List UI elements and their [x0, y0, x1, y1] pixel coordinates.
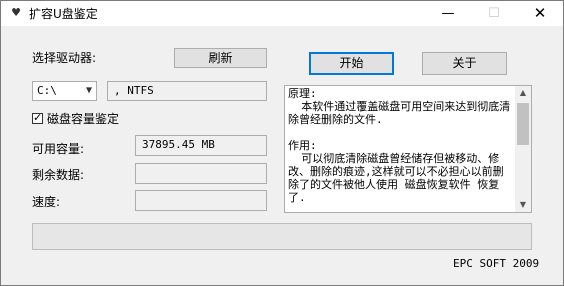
about-button[interactable]: 关于: [422, 52, 507, 75]
info-textbox[interactable]: 原理: 本软件通过覆盖磁盘可用空间来达到彻底清除曾经删除的文件. 作用: 可以彻…: [284, 85, 532, 213]
scroll-down-icon[interactable]: ▼: [515, 198, 531, 212]
available-capacity-field: 37895.45 MB: [135, 135, 267, 156]
filesystem-field: , NTFS: [107, 81, 267, 101]
speed-field: [135, 190, 267, 211]
drive-select-value: C:\: [37, 84, 57, 97]
select-drive-label: 选择驱动器:: [32, 51, 97, 65]
title-bar: ♥ 扩容U盘鉴定 — ☐ ✕: [1, 1, 563, 26]
chevron-down-icon: ▼: [85, 85, 92, 96]
drive-select[interactable]: C:\ ▼: [32, 81, 97, 101]
scroll-thumb[interactable]: [517, 103, 529, 145]
checkmark-icon: ✓: [33, 111, 43, 124]
speed-label: 速度:: [32, 195, 61, 209]
vertical-scrollbar[interactable]: ▲ ▼: [515, 86, 531, 212]
main-window: ♥ 扩容U盘鉴定 — ☐ ✕ 选择驱动器: 刷新 开始 关于 C:\ ▼ , N…: [0, 0, 564, 286]
window-title: 扩容U盘鉴定: [29, 7, 98, 21]
info-text: 原理: 本软件通过覆盖磁盘可用空间来达到彻底清除曾经删除的文件. 作用: 可以彻…: [288, 87, 511, 204]
progress-bar: [32, 223, 532, 250]
footer-credit: EPC SOFT 2009: [453, 257, 540, 270]
refresh-button[interactable]: 刷新: [174, 48, 267, 68]
remaining-data-field: [135, 163, 267, 184]
start-button[interactable]: 开始: [309, 52, 394, 75]
close-button[interactable]: ✕: [517, 1, 563, 26]
available-capacity-label: 可用容量:: [32, 142, 85, 156]
capacity-check-checkbox[interactable]: ✓: [32, 111, 43, 124]
maximize-button: ☐: [488, 6, 500, 21]
heart-icon: ♥: [11, 6, 21, 19]
remaining-data-label: 剩余数据:: [32, 168, 85, 182]
capacity-check-label: 磁盘容量鉴定: [47, 112, 120, 126]
scroll-up-icon[interactable]: ▲: [515, 86, 531, 100]
minimize-button[interactable]: —: [425, 1, 471, 26]
